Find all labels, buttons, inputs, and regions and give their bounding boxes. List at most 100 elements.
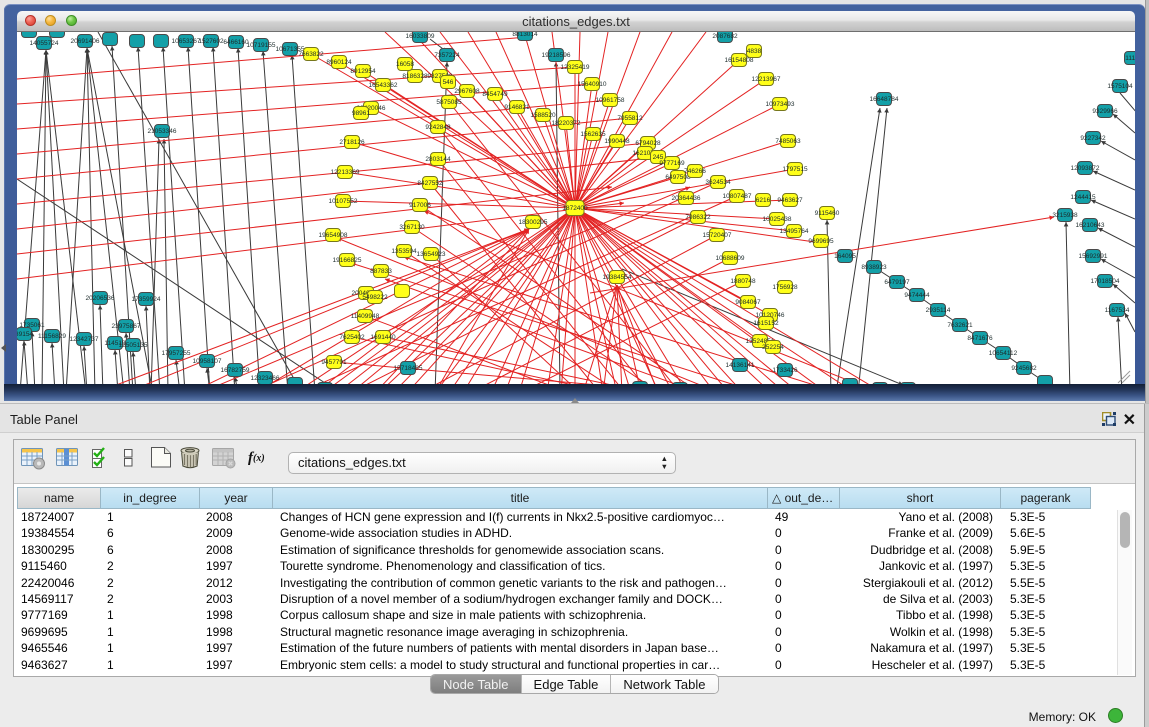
svg-text:8454749: 8454749: [482, 91, 508, 98]
svg-text:8912954: 8912954: [350, 68, 376, 75]
svg-text:10688609: 10688609: [716, 255, 745, 262]
svg-text:16154808: 16154808: [725, 57, 754, 64]
svg-text:8813014: 8813014: [512, 32, 538, 38]
svg-text:2803144: 2803144: [425, 156, 451, 163]
svg-text:1575104: 1575104: [1107, 83, 1133, 90]
svg-text:6479197: 6479197: [884, 279, 910, 286]
svg-text:18300295: 18300295: [519, 219, 548, 226]
svg-text:10958107: 10958107: [193, 358, 222, 365]
svg-text:2935114: 2935114: [926, 307, 951, 314]
svg-text:12093872: 12093872: [1071, 165, 1100, 172]
svg-text:19166825: 19166825: [333, 257, 362, 264]
svg-text:1615152: 1615152: [753, 320, 779, 327]
svg-text:(x): (x): [253, 453, 265, 464]
svg-text:16648784: 16648784: [870, 96, 899, 103]
svg-text:16210643: 16210643: [1076, 222, 1105, 229]
svg-text:39154: 39154: [17, 331, 33, 338]
svg-text:1527602: 1527602: [198, 38, 224, 45]
svg-text:9227342: 9227342: [1080, 135, 1106, 142]
svg-text:19384554: 19384554: [603, 274, 632, 281]
svg-text:23975867: 23975867: [112, 323, 141, 330]
svg-text:1562635: 1562635: [580, 131, 606, 138]
svg-text:1756928: 1756928: [772, 284, 798, 291]
svg-text:14055724: 14055724: [30, 40, 59, 47]
svg-text:12213369: 12213369: [331, 169, 360, 176]
svg-text:13495764: 13495764: [780, 228, 809, 235]
svg-text:16058: 16058: [396, 61, 414, 68]
svg-text:6466160: 6466160: [223, 39, 249, 46]
svg-text:3267130: 3267130: [399, 224, 425, 231]
svg-text:1588520: 1588520: [530, 112, 556, 119]
svg-text:3215938: 3215938: [1052, 212, 1078, 219]
svg-text:12323466: 12323466: [251, 375, 280, 382]
svg-text:10025438: 10025438: [763, 216, 792, 223]
svg-text:9474444: 9474444: [904, 292, 930, 299]
svg-text:12342737: 12342737: [70, 336, 99, 343]
svg-text:1112: 1112: [1125, 55, 1135, 62]
svg-text:10807487: 10807487: [723, 193, 752, 200]
svg-text:1167534: 1167534: [1105, 307, 1130, 314]
svg-text:8471676: 8471676: [967, 335, 993, 342]
svg-text:2967608: 2967608: [454, 88, 480, 95]
svg-text:11409948: 11409948: [351, 313, 380, 320]
svg-text:8938923: 8938923: [861, 264, 887, 271]
svg-text:10961758: 10961758: [596, 97, 625, 104]
svg-text:917006: 917006: [409, 202, 431, 209]
svg-text:12213967: 12213967: [752, 76, 781, 83]
svg-text:10107552: 10107552: [329, 198, 358, 205]
svg-text:9457791: 9457791: [321, 359, 347, 366]
svg-text:546: 546: [443, 79, 454, 86]
svg-text:5498222: 5498222: [362, 294, 388, 301]
svg-text:3624534: 3624534: [705, 179, 731, 186]
svg-text:6794028: 6794028: [635, 140, 661, 147]
svg-text:13654923: 13654923: [417, 251, 446, 258]
svg-text:1990448: 1990448: [604, 138, 630, 145]
svg-text:10973493: 10973493: [766, 101, 795, 108]
svg-text:9463627: 9463627: [777, 197, 803, 204]
svg-text:252254: 252254: [762, 344, 784, 351]
svg-text:20206536: 20206536: [86, 295, 115, 302]
svg-text:15720407: 15720407: [703, 232, 732, 239]
svg-text:7986322: 7986322: [685, 214, 711, 221]
svg-text:8186328: 8186328: [402, 73, 428, 80]
svg-text:16033809: 16033809: [406, 33, 435, 40]
svg-text:7663822: 7663822: [298, 51, 324, 58]
svg-text:16543362: 16543362: [369, 82, 398, 89]
svg-text:17957255: 17957255: [162, 350, 191, 357]
svg-text:16782759: 16782759: [221, 367, 250, 374]
svg-text:1691440: 1691440: [370, 334, 396, 341]
svg-text:9115460: 9115460: [815, 210, 840, 217]
svg-text:7955812: 7955812: [617, 115, 643, 122]
svg-text:20364436: 20364436: [672, 195, 701, 202]
svg-text:15640910: 15640910: [578, 81, 607, 88]
svg-text:10653267: 10653267: [172, 38, 201, 45]
svg-text:2087682: 2087682: [712, 33, 738, 40]
svg-text:887833: 887833: [370, 268, 392, 275]
svg-text:1797515: 1797515: [782, 166, 808, 173]
svg-text:164095: 164095: [834, 253, 856, 260]
svg-text:6216: 6216: [756, 197, 771, 204]
svg-text:12325419: 12325419: [561, 64, 590, 71]
svg-text:21053346: 21053346: [148, 128, 177, 135]
svg-text:8427552: 8427552: [417, 180, 443, 187]
svg-text:9242848: 9242848: [425, 124, 451, 131]
svg-text:1872400: 1872400: [562, 205, 588, 212]
svg-text:1880748: 1880748: [730, 278, 756, 285]
svg-text:9084067: 9084067: [735, 299, 761, 306]
svg-text:19654908: 19654908: [319, 232, 348, 239]
svg-text:9329966: 9329966: [1092, 108, 1118, 115]
svg-text:11156829: 11156829: [38, 333, 66, 340]
svg-text:1733426: 1733426: [772, 367, 798, 374]
svg-text:7625402: 7625402: [339, 334, 365, 341]
svg-text:20691406: 20691406: [71, 38, 100, 45]
svg-text:19218596: 19218596: [542, 52, 571, 59]
svg-text:98961: 98961: [352, 110, 370, 117]
svg-text:15692991: 15692991: [1079, 253, 1108, 260]
svg-text:7485063: 7485063: [775, 138, 801, 145]
svg-text:7632621: 7632621: [947, 322, 973, 329]
svg-text:2718126: 2718126: [339, 139, 365, 146]
svg-text:10654112: 10654112: [989, 350, 1018, 357]
svg-text:17018504: 17018504: [1091, 278, 1120, 285]
svg-text:12505135: 12505135: [119, 342, 148, 349]
svg-text:7357224: 7357224: [434, 52, 460, 59]
